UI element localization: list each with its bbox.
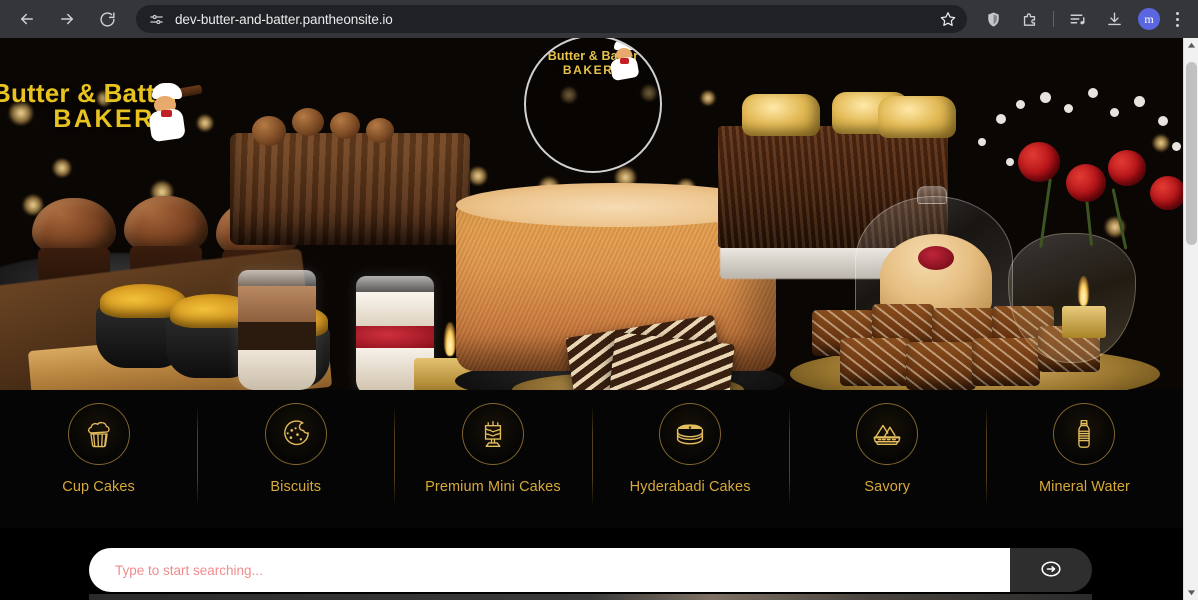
forward-arrow-icon[interactable] [52,4,82,34]
arrow-right-circle-icon [1040,558,1062,583]
extensions-puzzle-icon[interactable] [1016,5,1042,33]
address-bar[interactable]: dev-butter-and-batter.pantheonsite.io [136,5,967,33]
search-submit-button[interactable] [1010,548,1092,592]
chef-mascot-icon [140,83,203,145]
page-scrollbar[interactable] [1183,38,1198,600]
scroll-down-arrow-icon[interactable] [1184,585,1198,600]
category-label: Hyderabadi Cakes [629,479,751,495]
three-dot-menu-icon[interactable] [1166,5,1188,33]
below-fold-content-strip [89,594,1092,600]
category-nav: Cup Cakes Biscuits Premium Mini Cakes Hy… [0,390,1183,528]
category-label: Savory [864,479,911,495]
category-item-hyderabadi-cakes[interactable]: Hyderabadi Cakes [591,390,789,528]
scrollbar-thumb[interactable] [1186,62,1197,245]
category-label: Mineral Water [1038,479,1130,495]
category-item-mineral-water[interactable]: Mineral Water [985,390,1183,528]
category-item-biscuits[interactable]: Biscuits [197,390,394,528]
media-list-icon[interactable] [1065,5,1091,33]
search-section: 0 [0,532,1183,600]
back-arrow-icon[interactable] [12,4,42,34]
reload-icon[interactable] [92,4,122,34]
cookie-icon [264,403,327,465]
hero-banner: Butter & Batter BAKERS Butter & Batter B… [0,38,1183,390]
site-settings-icon[interactable] [146,9,166,29]
tiered-cake-icon [461,403,524,465]
search-input[interactable] [89,548,1010,592]
category-label: Cup Cakes [62,479,135,495]
category-item-savory[interactable]: Savory [788,390,986,528]
savory-plate-icon [856,403,919,465]
scroll-up-arrow-icon[interactable] [1184,38,1198,53]
cupcake-icon [67,403,130,465]
category-label: Biscuits [270,479,322,495]
toolbar-divider [1053,11,1054,27]
category-label: Premium Mini Cakes [425,479,561,495]
chef-mascot-icon [604,39,646,82]
category-item-cup-cakes[interactable]: Cup Cakes [0,390,197,528]
round-cake-icon [659,403,722,465]
url-text[interactable]: dev-butter-and-batter.pantheonsite.io [175,12,935,27]
site-logo-badge[interactable]: Butter & Batter BAKERS [524,38,662,173]
shield-icon[interactable] [980,5,1006,33]
download-icon[interactable] [1101,5,1127,33]
search-bar [89,548,1092,592]
browser-toolbar: dev-butter-and-batter.pantheonsite.io m [0,0,1198,38]
avatar[interactable]: m [1138,8,1160,30]
water-bottle-icon [1053,403,1116,465]
category-item-premium-mini-cakes[interactable]: Premium Mini Cakes [394,390,591,528]
page-viewport: Butter & Batter BAKERS Butter & Batter B… [0,38,1198,600]
star-icon[interactable] [935,6,961,32]
